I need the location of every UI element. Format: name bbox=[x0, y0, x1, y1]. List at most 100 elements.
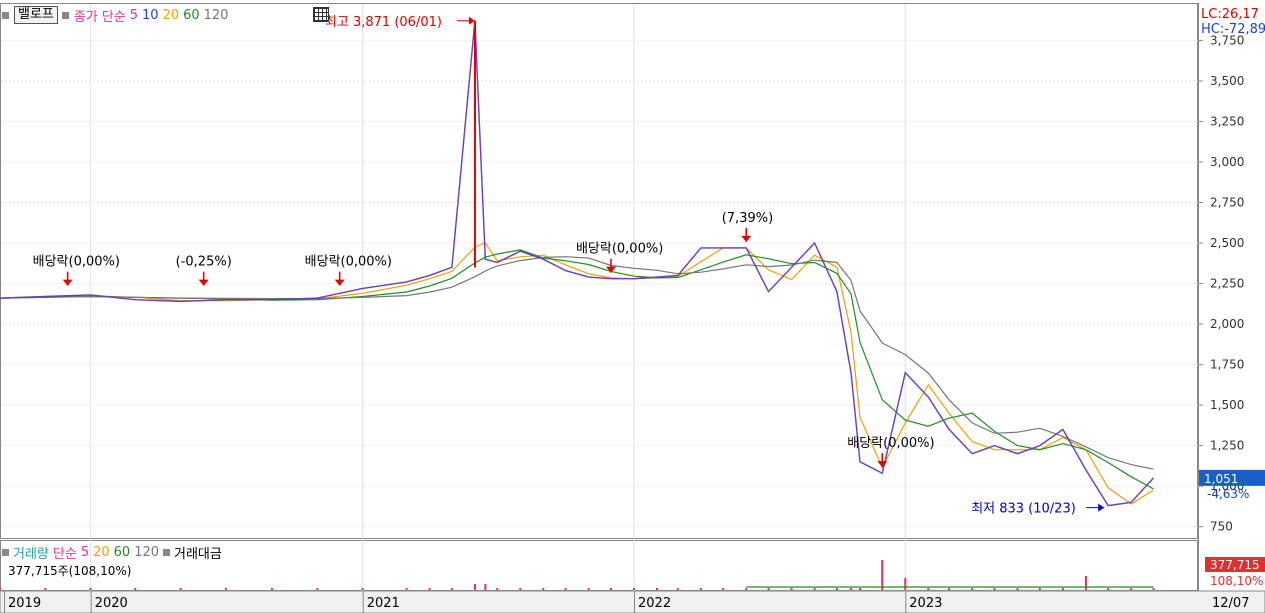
price-pane bbox=[0, 3, 1198, 539]
volume-bar bbox=[496, 588, 499, 590]
current-volume: 377,715주(108,10%) bbox=[8, 564, 132, 578]
price-legend: 밸로프 종가 단순 5 10 20 60 120 bbox=[2, 6, 229, 25]
volume-bar bbox=[484, 584, 487, 590]
volume-bar bbox=[1130, 588, 1133, 590]
volume-title: 거래량 bbox=[13, 546, 49, 562]
price-tick-label: 1,250 bbox=[1210, 439, 1244, 453]
volume-bar bbox=[858, 588, 861, 590]
time-axis-label: 2023 bbox=[909, 596, 942, 611]
price-type: 종가 bbox=[73, 9, 98, 25]
dividend-label: (7,39%) bbox=[722, 211, 773, 226]
time-axis-label: 2020 bbox=[95, 596, 128, 611]
volume-bar bbox=[1152, 588, 1155, 590]
volume-bar bbox=[656, 588, 659, 590]
volume-bar bbox=[993, 588, 996, 590]
stock-name[interactable]: 밸로프 bbox=[14, 6, 58, 24]
volume-bar bbox=[428, 588, 431, 590]
volume-bar bbox=[44, 588, 47, 590]
price-tick-label: 2,000 bbox=[1210, 317, 1244, 331]
price-tick-label: 3,250 bbox=[1210, 114, 1244, 128]
price-tick-label: 2,250 bbox=[1210, 277, 1244, 291]
volume-bar bbox=[473, 584, 476, 590]
volume-bar bbox=[564, 588, 567, 590]
volume-bar bbox=[519, 588, 522, 590]
dividend-label: 배당락(0,00%) bbox=[33, 255, 120, 270]
volume-badge-text: 377,715 bbox=[1210, 558, 1260, 572]
volume-bar bbox=[927, 588, 930, 590]
volume-bar bbox=[835, 588, 838, 590]
volume-bar bbox=[1038, 588, 1041, 590]
table-view-icon[interactable] bbox=[313, 7, 329, 22]
volume-ma-120: 120 bbox=[134, 544, 160, 560]
volume-bar bbox=[1107, 588, 1110, 590]
amount-label: 거래대금 bbox=[174, 546, 222, 562]
volume-bar bbox=[722, 588, 725, 590]
volume-pct-text: 108,10% bbox=[1210, 574, 1263, 588]
lc-label: LC:26,17 bbox=[1201, 7, 1259, 22]
volume-bar bbox=[1084, 576, 1087, 590]
dividend-label: 배당락(0,00%) bbox=[305, 255, 392, 270]
change-pct-text: -4,63% bbox=[1207, 487, 1249, 501]
volume-bar bbox=[633, 588, 636, 590]
time-axis-label: 2021 bbox=[367, 596, 400, 611]
stock-chart[interactable]: 3,750 3,500 3,250 3,000 2,750 2,500 2,250 2,000… bbox=[0, 0, 1265, 613]
volume-bar bbox=[179, 588, 182, 590]
price-tick-label: 1,750 bbox=[1210, 358, 1244, 372]
time-axis-pane bbox=[0, 590, 1265, 613]
volume-bar bbox=[948, 588, 951, 590]
price-tick-label: 2,750 bbox=[1210, 195, 1244, 209]
time-axis-end-label: 12/07 bbox=[1212, 596, 1249, 611]
volume-legend: 거래량 단순 5 20 60 120 거래대금 bbox=[2, 543, 222, 562]
volume-bar bbox=[881, 560, 884, 590]
price-tick-label: 750 bbox=[1210, 520, 1233, 534]
volume-ma-20: 20 bbox=[93, 544, 110, 560]
price-tick-label: 3,500 bbox=[1210, 74, 1244, 88]
volume-bar bbox=[224, 588, 227, 590]
volume-bar bbox=[609, 588, 612, 590]
volume-bar bbox=[676, 588, 679, 590]
legend-toggle-icon[interactable] bbox=[163, 548, 171, 556]
volume-bar bbox=[542, 588, 545, 590]
legend-toggle-icon[interactable] bbox=[61, 11, 69, 19]
ma-type: 단순 bbox=[101, 9, 126, 25]
volume-bar bbox=[271, 588, 274, 590]
legend-toggle-icon[interactable] bbox=[2, 548, 9, 556]
volume-bar bbox=[790, 588, 793, 590]
ma-period-10: 10 bbox=[142, 7, 159, 23]
price-tick-label: 1,500 bbox=[1210, 398, 1244, 412]
ma-period-120: 120 bbox=[203, 7, 229, 23]
ma-period-20: 20 bbox=[162, 7, 180, 23]
volume-bar bbox=[89, 588, 92, 590]
volume-bar bbox=[316, 588, 319, 590]
volume-bar bbox=[405, 588, 408, 590]
volume-bar bbox=[699, 588, 702, 590]
ma-period-5: 5 bbox=[129, 7, 139, 23]
volume-bar bbox=[745, 588, 748, 590]
right-axis-pane bbox=[1198, 3, 1265, 591]
price-tick-label: 2,500 bbox=[1210, 236, 1244, 250]
volume-ma-60: 60 bbox=[113, 544, 131, 560]
volume-bar bbox=[971, 588, 974, 590]
dividend-label: 배당락(0,00%) bbox=[576, 242, 663, 257]
current-price-text: 1,051 bbox=[1204, 472, 1238, 486]
volume-ma-5: 5 bbox=[80, 544, 90, 560]
ma-period-60: 60 bbox=[183, 7, 200, 23]
low-price-label: 최저 833 (10/23) bbox=[971, 502, 1076, 517]
chart-canvas[interactable]: 3,7503,5003,2503,0002,7502,5002,2502,000… bbox=[0, 0, 1265, 613]
volume-ma-type: 단순 bbox=[52, 546, 77, 562]
legend-toggle-icon[interactable] bbox=[2, 11, 9, 19]
high-price-label: 최고 3,871 (06/01) bbox=[325, 15, 442, 30]
volume-bar bbox=[587, 588, 590, 590]
volume-bar bbox=[1061, 588, 1064, 590]
time-axis-label: 2022 bbox=[638, 596, 671, 611]
dividend-label: 배당락(0,00%) bbox=[847, 436, 934, 451]
time-axis-label: 2019 bbox=[8, 596, 41, 611]
volume-bar bbox=[134, 588, 137, 590]
dividend-label: (-0,25%) bbox=[176, 255, 232, 270]
hc-label: HC:-72,89 bbox=[1201, 22, 1265, 37]
volume-bar bbox=[850, 588, 853, 590]
volume-bar bbox=[813, 588, 816, 590]
volume-bar bbox=[0, 588, 1, 590]
volume-bar bbox=[1016, 588, 1019, 590]
volume-bar bbox=[450, 588, 453, 590]
